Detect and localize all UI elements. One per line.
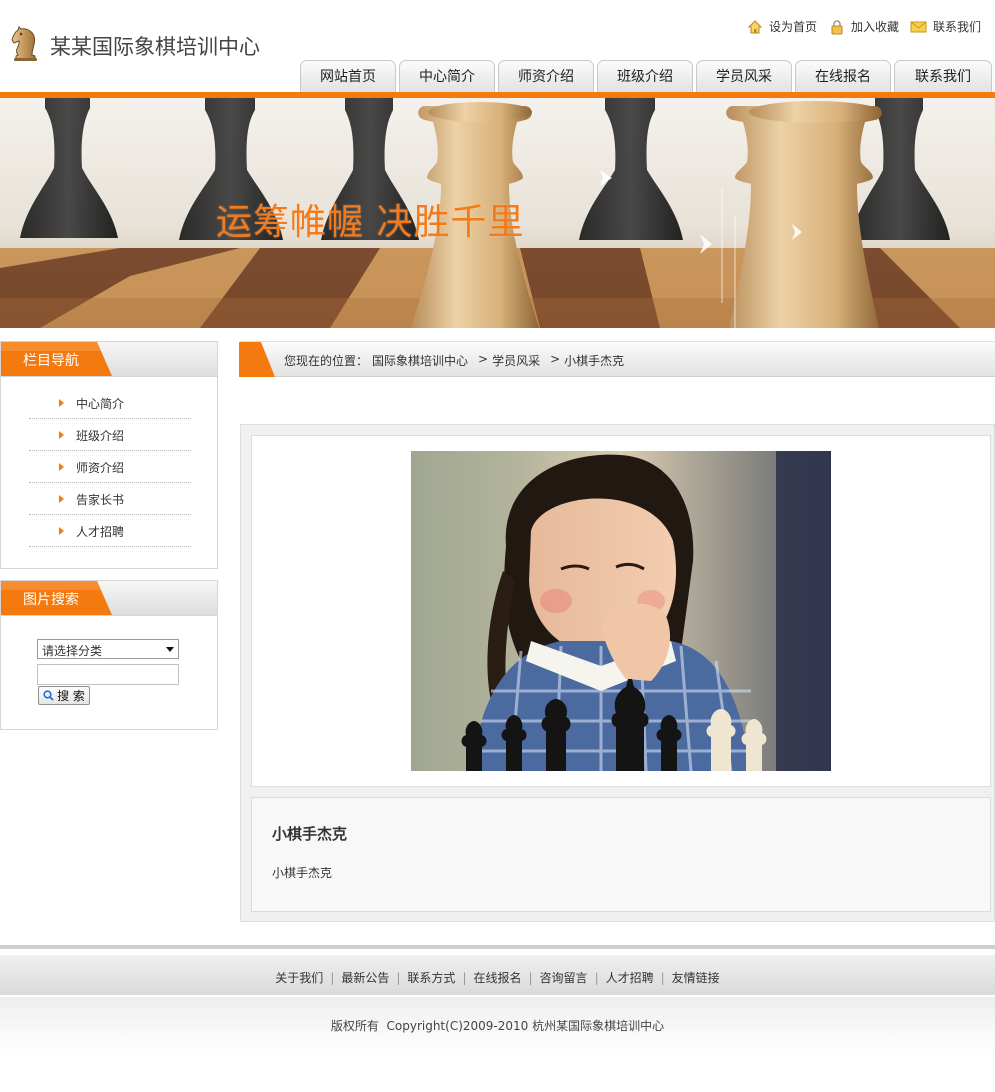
footer-sep: | (462, 971, 467, 985)
article-description: 小棋手杰克 (272, 866, 333, 880)
triangle-bullet-icon (59, 527, 64, 535)
tab-register[interactable]: 在线报名 (795, 60, 891, 92)
copyright-text: 版权所有 Copyright(C)2009-2010 杭州某国际象棋培训中心 (330, 1019, 665, 1033)
sidebar-item-about[interactable]: 中心简介 (29, 388, 191, 419)
sidebar-nav-title: 栏目导航 (23, 353, 79, 369)
triangle-bullet-icon (59, 495, 64, 503)
footer-sep: | (330, 971, 335, 985)
article-title: 小棋手杰克 (272, 825, 348, 843)
footer-link-about[interactable]: 关于我们 (275, 971, 323, 985)
footer-link-jobs[interactable]: 人才招聘 (606, 971, 654, 985)
contact-us-top-label: 联系我们 (933, 20, 982, 34)
tab-classes[interactable]: 班级介绍 (597, 60, 693, 92)
article-info-panel: 小棋手杰克 小棋手杰克 (251, 797, 991, 912)
chevron-down-icon (166, 647, 174, 652)
breadcrumb-trail: 您现在的位置： 国际象棋培训中心 > 学员风采 > 小棋手杰克 (284, 352, 624, 369)
sidebar-item-label: 告家长书 (76, 493, 125, 507)
tab-contact[interactable]: 联系我们 (894, 60, 992, 92)
breadcrumb-prefix: 您现在的位置： (284, 354, 369, 368)
banner-slogan: 运筹帷幄 决胜千里 (216, 202, 525, 243)
breadcrumb-separator: > (478, 352, 489, 366)
sidebar-item-label: 中心简介 (76, 397, 125, 411)
sidebar-item-classes[interactable]: 班级介绍 (29, 420, 191, 451)
tab-teachers[interactable]: 师资介绍 (498, 60, 594, 92)
breadcrumb-separator: > (550, 352, 561, 366)
breadcrumb-link-home[interactable]: 国际象棋培训中心 (372, 352, 468, 369)
breadcrumb-tab-shape (239, 342, 275, 377)
site-title: 某某国际象棋培训中心 (50, 35, 260, 59)
search-button-label: 搜 索 (57, 689, 85, 703)
add-favorite-label: 加入收藏 (851, 20, 900, 34)
tab-about[interactable]: 中心简介 (399, 60, 495, 92)
footer-bottom: 版权所有 Copyright(C)2009-2010 杭州某国际象棋培训中心 (0, 997, 995, 1092)
triangle-bullet-icon (59, 431, 64, 439)
image-search-title: 图片搜索 (23, 592, 79, 608)
breadcrumb: 您现在的位置： 国际象棋培训中心 > 学员风采 > 小棋手杰克 (239, 341, 995, 377)
breadcrumb-current: 小棋手杰克 (564, 354, 625, 368)
footer-sep: | (594, 971, 599, 985)
sidebar-item-label: 师资介绍 (76, 461, 125, 475)
footer-link-register[interactable]: 在线报名 (473, 971, 521, 985)
knight-logo-icon (11, 26, 37, 61)
footer-sep: | (396, 971, 401, 985)
search-keyword-input[interactable] (37, 664, 179, 685)
lock-icon (831, 19, 843, 34)
footer-links-bar: 关于我们 | 最新公告 | 联系方式 | 在线报名 | 咨询留言 | 人才招聘 | 友情链接 (0, 955, 995, 995)
triangle-bullet-icon (59, 463, 64, 471)
search-button[interactable]: 搜 索 (38, 686, 90, 705)
footer-sep: | (660, 971, 665, 985)
search-icon (43, 690, 54, 701)
image-search-box: 图片搜索 请选择分类 搜 索 (0, 580, 218, 730)
contact-us-top-link[interactable]: 联系我们 (910, 18, 981, 35)
footer-links: 关于我们 | 最新公告 | 联系方式 | 在线报名 | 咨询留言 | 人才招聘 | 友情链接 (0, 969, 995, 986)
set-homepage-link[interactable]: 设为首页 (747, 18, 817, 35)
footer-link-contact[interactable]: 联系方式 (407, 971, 455, 985)
triangle-bullet-icon (59, 399, 64, 407)
tab-home[interactable]: 网站首页 (300, 60, 396, 92)
footer-link-message[interactable]: 咨询留言 (540, 971, 588, 985)
envelope-icon (910, 21, 927, 32)
sidebar-nav-box: 栏目导航 中心简介 班级介绍 师资介绍 告家长书 人才招聘 (0, 341, 218, 569)
footer-sep: | (528, 971, 533, 985)
sidebar-item-label: 人才招聘 (76, 525, 125, 539)
home-icon (747, 19, 763, 33)
sidebar-nav-header: 栏目导航 (1, 342, 217, 377)
category-select-value: 请选择分类 (42, 644, 103, 658)
sidebar-item-label: 班级介绍 (76, 429, 125, 443)
sidebar-item-jobs[interactable]: 人才招聘 (29, 516, 191, 547)
footer-link-news[interactable]: 最新公告 (341, 971, 389, 985)
set-homepage-label: 设为首页 (769, 20, 818, 34)
breadcrumb-link-students[interactable]: 学员风采 (492, 352, 540, 369)
sidebar-item-teachers[interactable]: 师资介绍 (29, 452, 191, 483)
photo-panel (251, 435, 991, 787)
student-photo (411, 451, 831, 771)
image-search-header: 图片搜索 (1, 581, 217, 616)
category-select[interactable]: 请选择分类 (37, 639, 179, 659)
add-favorite-link[interactable]: 加入收藏 (829, 18, 899, 35)
tab-students[interactable]: 学员风采 (696, 60, 792, 92)
footer-link-friends[interactable]: 友情链接 (672, 971, 720, 985)
footer-divider (0, 945, 995, 949)
sidebar-item-parents-letter[interactable]: 告家长书 (29, 484, 191, 515)
